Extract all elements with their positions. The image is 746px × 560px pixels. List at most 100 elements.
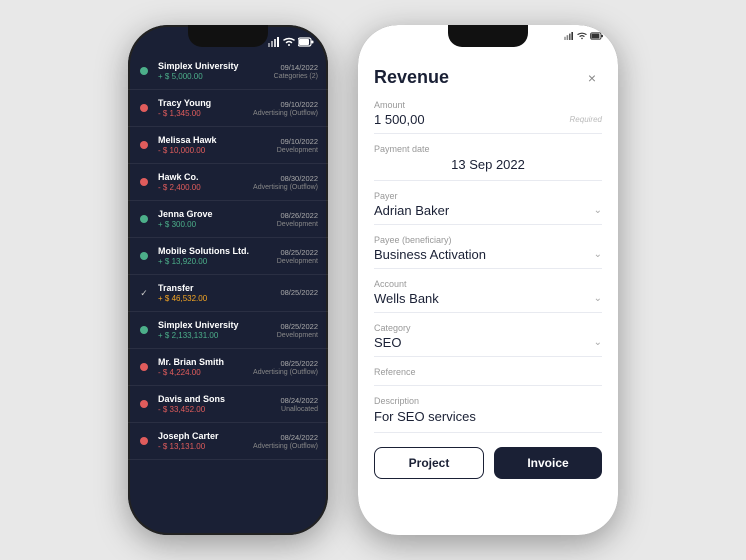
tx-meta: 08/25/2022 [280,288,318,298]
amount-required: Required [570,115,602,124]
tx-meta: 09/14/2022Categories (2) [274,63,318,80]
tx-amount: - $ 1,345.00 [158,109,249,118]
payer-label: Payer [374,191,602,201]
tx-name: Tracy Young [158,98,249,108]
invoice-button[interactable]: Invoice [494,447,602,479]
tx-date: 08/24/2022 [280,396,318,405]
tx-status-icon [136,67,152,75]
tx-status-icon [136,215,152,223]
table-row[interactable]: Simplex University+ $ 2,133,131.00 08/25/… [128,312,328,349]
tx-amount: + $ 46,532.00 [158,294,276,303]
category-chevron: ⌄ [594,337,602,348]
description-value[interactable]: For SEO services [374,409,476,424]
tx-amount: + $ 2,133,131.00 [158,331,273,340]
tx-category: Unallocated [280,406,318,413]
account-chevron: ⌄ [594,293,602,304]
table-row[interactable]: Jenna Grove+ $ 300.0008/26/2022Developme… [128,201,328,238]
tx-status-icon [136,252,152,260]
tx-name: Mr. Brian Smith [158,357,249,367]
battery-icon [298,37,314,47]
revenue-panel: Revenue × Amount 1 500,00 Required Payme… [358,53,618,535]
tx-amount: + $ 13,920.00 [158,257,273,266]
tx-name: Transfer [158,283,276,293]
tx-date: 08/25/2022 [277,322,318,331]
payee-chevron: ⌄ [594,249,602,260]
right-status-icons [564,32,604,40]
tx-category: Advertising (Outflow) [253,443,318,450]
table-row[interactable]: Tracy Young- $ 1,345.0009/10/2022Adverti… [128,90,328,127]
tx-date: 09/10/2022 [253,100,318,109]
tx-category: Development [277,332,318,339]
tx-date: 09/10/2022 [277,137,318,146]
category-value: SEO [374,335,401,350]
payment-date-label: Payment date [374,144,602,154]
right-notch [448,25,528,47]
tx-info: Tracy Young- $ 1,345.00 [158,98,249,118]
tx-name: Simplex University [158,320,273,330]
account-row[interactable]: Wells Bank ⌄ [374,291,602,306]
tx-name: Simplex University [158,61,270,71]
table-row[interactable]: Mobile Solutions Ltd.+ $ 13,920.0008/25/… [128,238,328,275]
tx-info: Jenna Grove+ $ 300.00 [158,209,273,229]
table-row[interactable]: Melissa Hawk- $ 10,000.0009/10/2022Devel… [128,127,328,164]
tx-status-icon [136,326,152,334]
payee-field: Payee (beneficiary) Business Activation … [374,235,602,269]
tx-status-icon [136,141,152,149]
tx-info: Hawk Co.- $ 2,400.00 [158,172,249,192]
category-row[interactable]: SEO ⌄ [374,335,602,350]
tx-meta: 08/24/2022Advertising (Outflow) [253,433,318,450]
tx-amount: + $ 300.00 [158,220,273,229]
tx-meta: 09/10/2022Advertising (Outflow) [253,100,318,117]
table-row[interactable]: Joseph Carter- $ 13,131.0008/24/2022Adve… [128,423,328,460]
description-label: Description [374,396,602,406]
tx-info: Joseph Carter- $ 13,131.00 [158,431,249,451]
tx-meta: 08/30/2022Advertising (Outflow) [253,174,318,191]
bottom-buttons: Project Invoice [374,447,602,479]
tx-date: 08/25/2022 [280,288,318,297]
amount-field: Amount 1 500,00 Required [374,100,602,134]
tx-meta: 08/25/2022Advertising (Outflow) [253,359,318,376]
tx-name: Jenna Grove [158,209,273,219]
amount-value[interactable]: 1 500,00 [374,112,425,127]
account-field: Account Wells Bank ⌄ [374,279,602,313]
tx-amount: - $ 4,224.00 [158,368,249,377]
category-label: Category [374,323,602,333]
table-row[interactable]: Hawk Co.- $ 2,400.0008/30/2022Advertisin… [128,164,328,201]
category-field: Category SEO ⌄ [374,323,602,357]
revenue-title: Revenue [374,67,449,88]
tx-category: Development [277,258,318,265]
tx-status-icon [136,400,152,408]
tx-date: 08/26/2022 [277,211,318,220]
tx-info: Melissa Hawk- $ 10,000.00 [158,135,273,155]
project-button[interactable]: Project [374,447,484,479]
payee-row[interactable]: Business Activation ⌄ [374,247,602,262]
tx-status-icon [136,104,152,112]
tx-amount: + $ 5,000.00 [158,72,270,81]
tx-meta: 08/26/2022Development [277,211,318,228]
tx-info: Simplex University+ $ 2,133,131.00 [158,320,273,340]
amount-label: Amount [374,100,602,110]
reference-field: Reference [374,367,602,386]
payer-chevron: ⌄ [594,205,602,216]
transaction-list: Simplex University+ $ 5,000.0009/14/2022… [128,53,328,535]
payee-value: Business Activation [374,247,486,262]
tx-info: Mr. Brian Smith- $ 4,224.00 [158,357,249,377]
tx-info: Simplex University+ $ 5,000.00 [158,61,270,81]
tx-amount: - $ 33,452.00 [158,405,276,414]
payer-row[interactable]: Adrian Baker ⌄ [374,203,602,218]
table-row[interactable]: Simplex University+ $ 5,000.0009/14/2022… [128,53,328,90]
table-row[interactable]: Davis and Sons- $ 33,452.0008/24/2022Una… [128,386,328,423]
notch [188,25,268,47]
tx-status-icon [136,437,152,445]
description-field: Description For SEO services [374,396,602,433]
tx-category: Advertising (Outflow) [253,369,318,376]
table-row[interactable]: ✓Transfer+ $ 46,532.0008/25/2022 [128,275,328,312]
tx-category: Advertising (Outflow) [253,184,318,191]
close-button[interactable]: × [582,68,602,88]
tx-date: 08/24/2022 [253,433,318,442]
table-row[interactable]: Mr. Brian Smith- $ 4,224.0008/25/2022Adv… [128,349,328,386]
tx-meta: 09/10/2022Development [277,137,318,154]
signal-icon [268,37,280,47]
payee-label: Payee (beneficiary) [374,235,602,245]
payment-date-value[interactable]: 13 Sep 2022 [451,157,525,172]
